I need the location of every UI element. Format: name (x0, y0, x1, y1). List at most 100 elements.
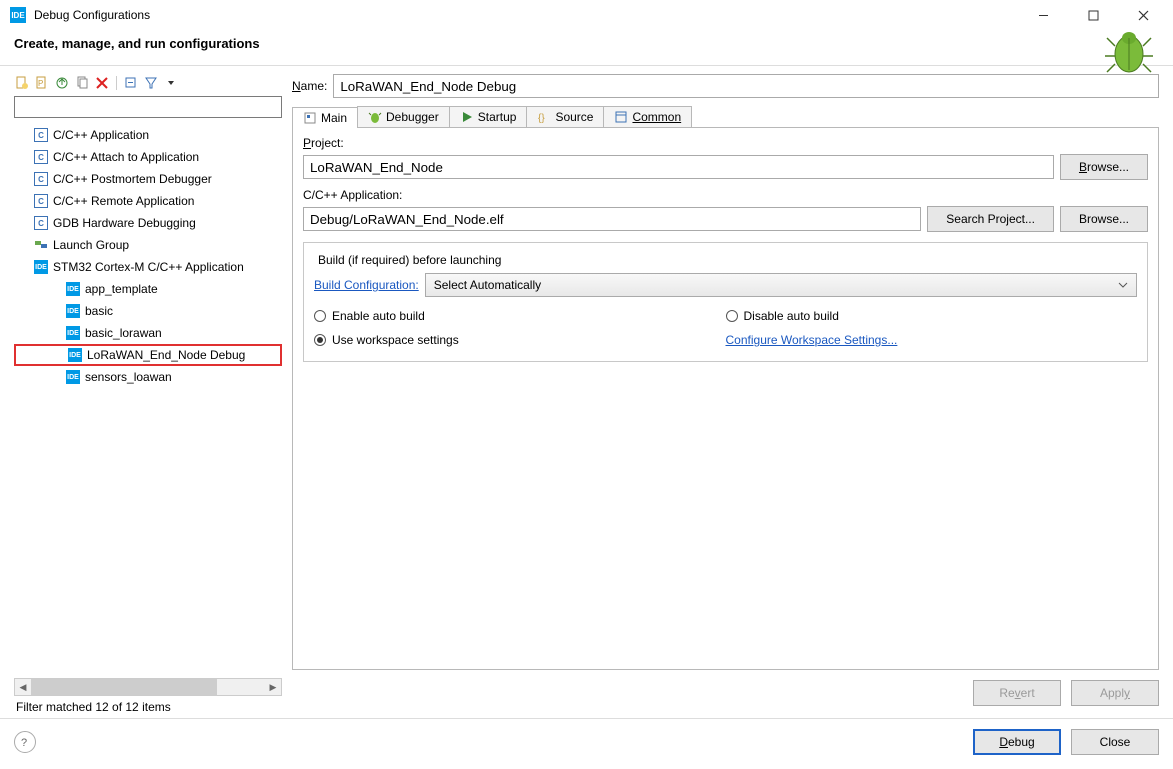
name-input[interactable] (333, 74, 1159, 98)
filter-menu-button[interactable] (163, 75, 179, 91)
radio-label: Disable auto build (744, 309, 839, 323)
tree-item-stm32[interactable]: ⌄ IDESTM32 Cortex-M C/C++ Application (14, 256, 282, 278)
tree-item-cpp-remote[interactable]: C C/C++ Remote Application (14, 190, 282, 212)
scroll-left-icon[interactable]: ◀ (15, 682, 31, 693)
tree-item-label: Launch Group (53, 238, 129, 252)
c-icon: C (34, 150, 48, 164)
duplicate-button[interactable] (74, 75, 90, 91)
tab-label: Startup (478, 110, 517, 124)
new-proto-button[interactable]: P (34, 75, 50, 91)
config-tabs: Main Debugger Startup {} Source Common (292, 106, 1159, 128)
radio-icon (314, 334, 326, 346)
search-project-button[interactable]: Search Project... (927, 206, 1054, 232)
c-icon: C (34, 172, 48, 186)
tree-item-sensors-loawan[interactable]: IDEsensors_loawan (14, 366, 282, 388)
project-input[interactable] (303, 155, 1054, 179)
common-tab-icon (614, 110, 628, 124)
project-browse-button[interactable]: Browse... (1060, 154, 1148, 180)
cpp-browse-button[interactable]: Browse... (1060, 206, 1148, 232)
tree-item-lorawan-debug[interactable]: IDELoRaWAN_End_Node Debug (14, 344, 282, 366)
apply-button[interactable]: Apply (1071, 680, 1159, 706)
build-config-dropdown[interactable]: Select Automatically (425, 273, 1137, 297)
maximize-icon (1088, 10, 1099, 21)
dropdown-value: Select Automatically (434, 278, 541, 292)
ide-icon: IDE (34, 260, 48, 274)
tree-item-cpp-app[interactable]: CC/C++ Application (14, 124, 282, 146)
close-dialog-button[interactable]: Close (1071, 729, 1159, 755)
tree-item-gdb-hw[interactable]: CGDB Hardware Debugging (14, 212, 282, 234)
main-tab-icon (303, 111, 317, 125)
config-tree[interactable]: CC/C++ Application C C/C++ Attach to Appl… (14, 122, 282, 676)
tab-debugger[interactable]: Debugger (357, 106, 450, 127)
tab-source[interactable]: {} Source (526, 106, 604, 127)
tab-main[interactable]: Main (292, 107, 358, 128)
ide-icon: IDE (68, 348, 82, 362)
dialog-title: Create, manage, and run configurations (14, 36, 1159, 51)
c-icon: C (34, 194, 48, 208)
ide-icon: IDE (66, 304, 80, 318)
tree-hscroll[interactable]: ◀ ▶ (14, 678, 282, 696)
radio-label: Enable auto build (332, 309, 425, 323)
tree-item-label: basic (85, 304, 113, 318)
new-config-button[interactable] (14, 75, 30, 91)
radio-icon (314, 310, 326, 322)
scroll-thumb[interactable] (31, 679, 217, 695)
build-group: Build (if required) before launching Bui… (303, 242, 1148, 362)
duplicate-icon (75, 76, 89, 90)
radio-label: Use workspace settings (332, 333, 459, 347)
radio-disable-auto-build[interactable]: Disable auto build (726, 309, 1138, 323)
tree-item-label: GDB Hardware Debugging (53, 216, 196, 230)
minimize-button[interactable] (1023, 2, 1063, 28)
cpp-app-input[interactable] (303, 207, 921, 231)
tab-common[interactable]: Common (603, 106, 692, 127)
tab-label: Debugger (386, 110, 439, 124)
tab-label: Main (321, 111, 347, 125)
tab-label: Source (555, 110, 593, 124)
help-button[interactable]: ? (14, 731, 36, 753)
debugger-tab-icon (368, 110, 382, 124)
radio-enable-auto-build[interactable]: Enable auto build (314, 309, 726, 323)
tree-item-label: STM32 Cortex-M C/C++ Application (53, 260, 244, 274)
new-proto-icon: P (35, 76, 49, 90)
filter-icon (144, 76, 158, 90)
debug-button[interactable]: Debug (973, 729, 1061, 755)
help-icon: ? (18, 735, 32, 749)
tree-item-launch-group[interactable]: Launch Group (14, 234, 282, 256)
dialog-header: Create, manage, and run configurations (0, 30, 1173, 66)
tree-item-label: sensors_loawan (85, 370, 172, 384)
tree-item-app-template[interactable]: IDEapp_template (14, 278, 282, 300)
build-config-link[interactable]: Build Configuration: (314, 278, 419, 292)
radio-use-workspace[interactable]: Use workspace settings (314, 333, 726, 347)
project-label: Project: (303, 136, 1148, 150)
export-button[interactable] (54, 75, 70, 91)
scroll-right-icon[interactable]: ▶ (265, 682, 281, 693)
title-bar: IDE Debug Configurations (0, 0, 1173, 30)
dialog-footer: ? Debug Close (0, 718, 1173, 769)
tab-startup[interactable]: Startup (449, 106, 528, 127)
filter-status: Filter matched 12 of 12 items (14, 696, 282, 718)
filter-button[interactable] (143, 75, 159, 91)
source-tab-icon: {} (537, 110, 551, 124)
tree-item-label: C/C++ Remote Application (53, 194, 194, 208)
tree-item-cpp-attach[interactable]: C C/C++ Attach to Application (14, 146, 282, 168)
export-icon (55, 76, 69, 90)
tree-filter-input[interactable] (14, 96, 282, 118)
revert-button[interactable]: Revert (973, 680, 1061, 706)
cpp-app-label: C/C++ Application: (303, 188, 1148, 202)
configure-workspace-link[interactable]: Configure Workspace Settings... (726, 333, 898, 347)
svg-text:{}: {} (538, 113, 545, 124)
tree-item-label: app_template (85, 282, 158, 296)
collapse-all-button[interactable] (123, 75, 139, 91)
startup-tab-icon (460, 110, 474, 124)
tree-item-cpp-postmortem[interactable]: CC/C++ Postmortem Debugger (14, 168, 282, 190)
tree-item-label: C/C++ Attach to Application (53, 150, 199, 164)
c-icon: C (34, 128, 48, 142)
chevron-down-icon (1118, 280, 1128, 290)
radio-icon (726, 310, 738, 322)
tree-item-basic-lorawan[interactable]: IDEbasic_lorawan (14, 322, 282, 344)
tree-item-basic[interactable]: IDE basic (14, 300, 282, 322)
tab-label: Common (632, 110, 681, 124)
name-label: Name: (292, 79, 327, 93)
delete-button[interactable] (94, 75, 110, 91)
chevron-down-icon (167, 79, 175, 87)
